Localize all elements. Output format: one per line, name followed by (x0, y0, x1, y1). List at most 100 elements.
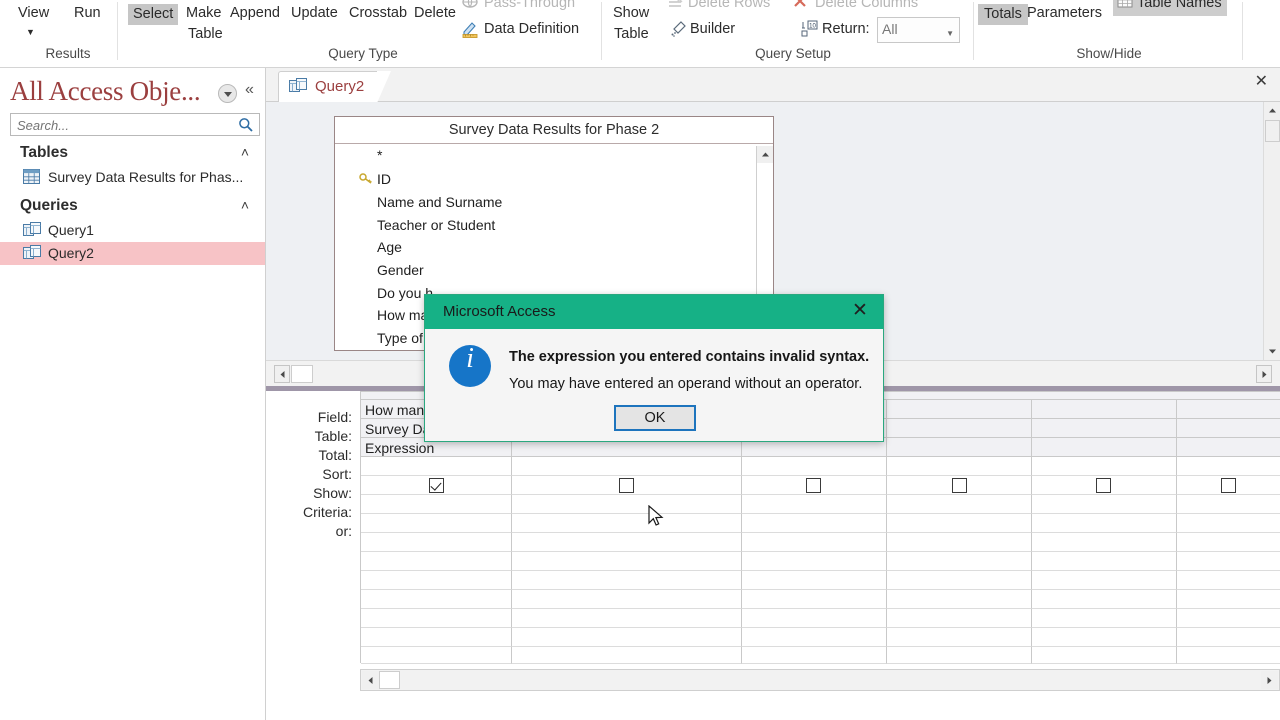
return-rows-combobox[interactable]: All ▼ (877, 17, 960, 43)
grid-filler-cell[interactable] (512, 552, 742, 571)
nav-pane-collapse-button[interactable]: « (245, 81, 254, 99)
grid-cell-total-5[interactable] (1032, 438, 1177, 457)
grid-cell-show-3[interactable] (742, 476, 887, 495)
grid-filler-cell[interactable] (887, 552, 1032, 571)
grid-filler-cell[interactable] (742, 552, 887, 571)
grid-cell-show-5[interactable] (1032, 476, 1177, 495)
field-list-item-age[interactable]: Age (335, 237, 745, 260)
grid-filler-cell[interactable] (887, 590, 1032, 609)
data-definition-button[interactable]: Data Definition (484, 21, 579, 38)
field-list-item-id[interactable]: ID (335, 169, 745, 192)
grid-filler-cell[interactable] (512, 533, 742, 552)
grid-filler-cell[interactable] (1032, 628, 1177, 647)
tab-query2[interactable]: Query2 (278, 71, 391, 103)
delete-columns-button[interactable]: Delete Columns (815, 0, 918, 12)
grid-filler-cell[interactable] (361, 609, 512, 628)
grid-filler-cell[interactable] (1177, 571, 1280, 590)
show-checkbox[interactable] (429, 478, 444, 493)
scrollbar-thumb[interactable] (379, 671, 400, 689)
parameters-button[interactable]: Parameters (1027, 5, 1102, 22)
make-table-button-line2[interactable]: Table (188, 26, 223, 43)
delete-rows-button[interactable]: Delete Rows (688, 0, 770, 12)
grid-filler-cell[interactable] (742, 628, 887, 647)
grid-cell-or-3[interactable] (742, 514, 887, 533)
grid-filler-cell[interactable] (361, 590, 512, 609)
grid-filler-cell[interactable] (742, 533, 887, 552)
grid-cell-criteria-3[interactable] (742, 495, 887, 514)
view-button[interactable]: View (18, 5, 49, 22)
pass-through-button[interactable]: Pass-Through (484, 0, 575, 12)
scroll-right-icon[interactable] (1261, 671, 1278, 689)
grid-filler-cell[interactable] (1032, 647, 1177, 664)
grid-cell-or-2[interactable] (512, 514, 742, 533)
grid-filler-cell[interactable] (361, 552, 512, 571)
grid-cell-show-6[interactable] (1177, 476, 1280, 495)
grid-cell-or-5[interactable] (1032, 514, 1177, 533)
grid-cell-field-5[interactable] (1032, 400, 1177, 419)
grid-cell-table-4[interactable] (887, 419, 1032, 438)
grid-filler-cell[interactable] (1177, 609, 1280, 628)
grid-filler-cell[interactable] (1032, 590, 1177, 609)
nav-search-box[interactable] (10, 113, 260, 136)
show-checkbox[interactable] (1221, 478, 1236, 493)
grid-filler-cell[interactable] (1032, 533, 1177, 552)
field-list-item-star[interactable]: * (335, 147, 745, 170)
grid-filler-cell[interactable] (887, 609, 1032, 628)
grid-cell-sort-1[interactable] (361, 457, 512, 476)
scroll-up-icon[interactable] (1264, 102, 1280, 119)
grid-filler-cell[interactable] (887, 647, 1032, 664)
grid-cell-field-4[interactable] (887, 400, 1032, 419)
crosstab-query-button[interactable]: Crosstab (349, 5, 407, 22)
search-icon[interactable] (238, 117, 254, 138)
grid-filler-cell[interactable] (361, 628, 512, 647)
scrollbar-thumb[interactable] (291, 365, 313, 383)
show-table-button[interactable]: Show (613, 5, 649, 22)
make-table-button[interactable]: Make (186, 5, 221, 22)
grid-filler-cell[interactable] (742, 571, 887, 590)
grid-filler-cell[interactable] (1032, 609, 1177, 628)
show-checkbox[interactable] (806, 478, 821, 493)
grid-cell-show-4[interactable] (887, 476, 1032, 495)
show-checkbox[interactable] (619, 478, 634, 493)
diagram-pane-scrollbar[interactable] (1263, 102, 1280, 360)
show-table-button-line2[interactable]: Table (614, 26, 649, 43)
grid-cell-show-2[interactable] (512, 476, 742, 495)
chevron-up-icon[interactable]: ˄ (241, 144, 249, 160)
grid-filler-cell[interactable] (1177, 533, 1280, 552)
grid-cell-criteria-5[interactable] (1032, 495, 1177, 514)
grid-cell-criteria-2[interactable] (512, 495, 742, 514)
grid-filler-cell[interactable] (512, 609, 742, 628)
show-checkbox[interactable] (952, 478, 967, 493)
close-icon[interactable]: ✕ (847, 299, 873, 323)
grid-cell-or-6[interactable] (1177, 514, 1280, 533)
grid-cell-sort-3[interactable] (742, 457, 887, 476)
grid-filler-cell[interactable] (887, 628, 1032, 647)
grid-cell-sort-2[interactable] (512, 457, 742, 476)
field-list-item-name-and-surname[interactable]: Name and Surname (335, 192, 745, 215)
grid-horizontal-scrollbar[interactable] (360, 669, 1280, 691)
grid-cell-sort-4[interactable] (887, 457, 1032, 476)
grid-filler-cell[interactable] (512, 590, 742, 609)
delete-query-button[interactable]: Delete (414, 5, 456, 22)
grid-cell-show-1[interactable] (361, 476, 512, 495)
grid-filler-cell[interactable] (742, 590, 887, 609)
grid-cell-field-6[interactable] (1177, 400, 1280, 419)
nav-item-query2[interactable]: Query2 (0, 242, 265, 265)
search-input[interactable] (15, 116, 230, 134)
update-query-button[interactable]: Update (291, 5, 338, 22)
scroll-up-icon[interactable] (757, 146, 773, 163)
grid-filler-cell[interactable] (512, 571, 742, 590)
builder-button[interactable]: Builder (690, 21, 735, 38)
grid-filler-cell[interactable] (361, 647, 512, 664)
grid-filler-cell[interactable] (1177, 552, 1280, 571)
run-button[interactable]: Run (74, 5, 101, 22)
chevron-up-icon[interactable]: ˄ (241, 197, 249, 213)
grid-cell-total-6[interactable] (1177, 438, 1280, 457)
grid-cell-or-1[interactable] (361, 514, 512, 533)
grid-cell-criteria-6[interactable] (1177, 495, 1280, 514)
grid-cell-sort-6[interactable] (1177, 457, 1280, 476)
view-dropdown-arrow-icon[interactable]: ▼ (26, 24, 35, 41)
grid-filler-cell[interactable] (887, 533, 1032, 552)
grid-cell-criteria-1[interactable] (361, 495, 512, 514)
nav-item-table-survey-data[interactable]: Survey Data Results for Phas... (0, 166, 265, 189)
